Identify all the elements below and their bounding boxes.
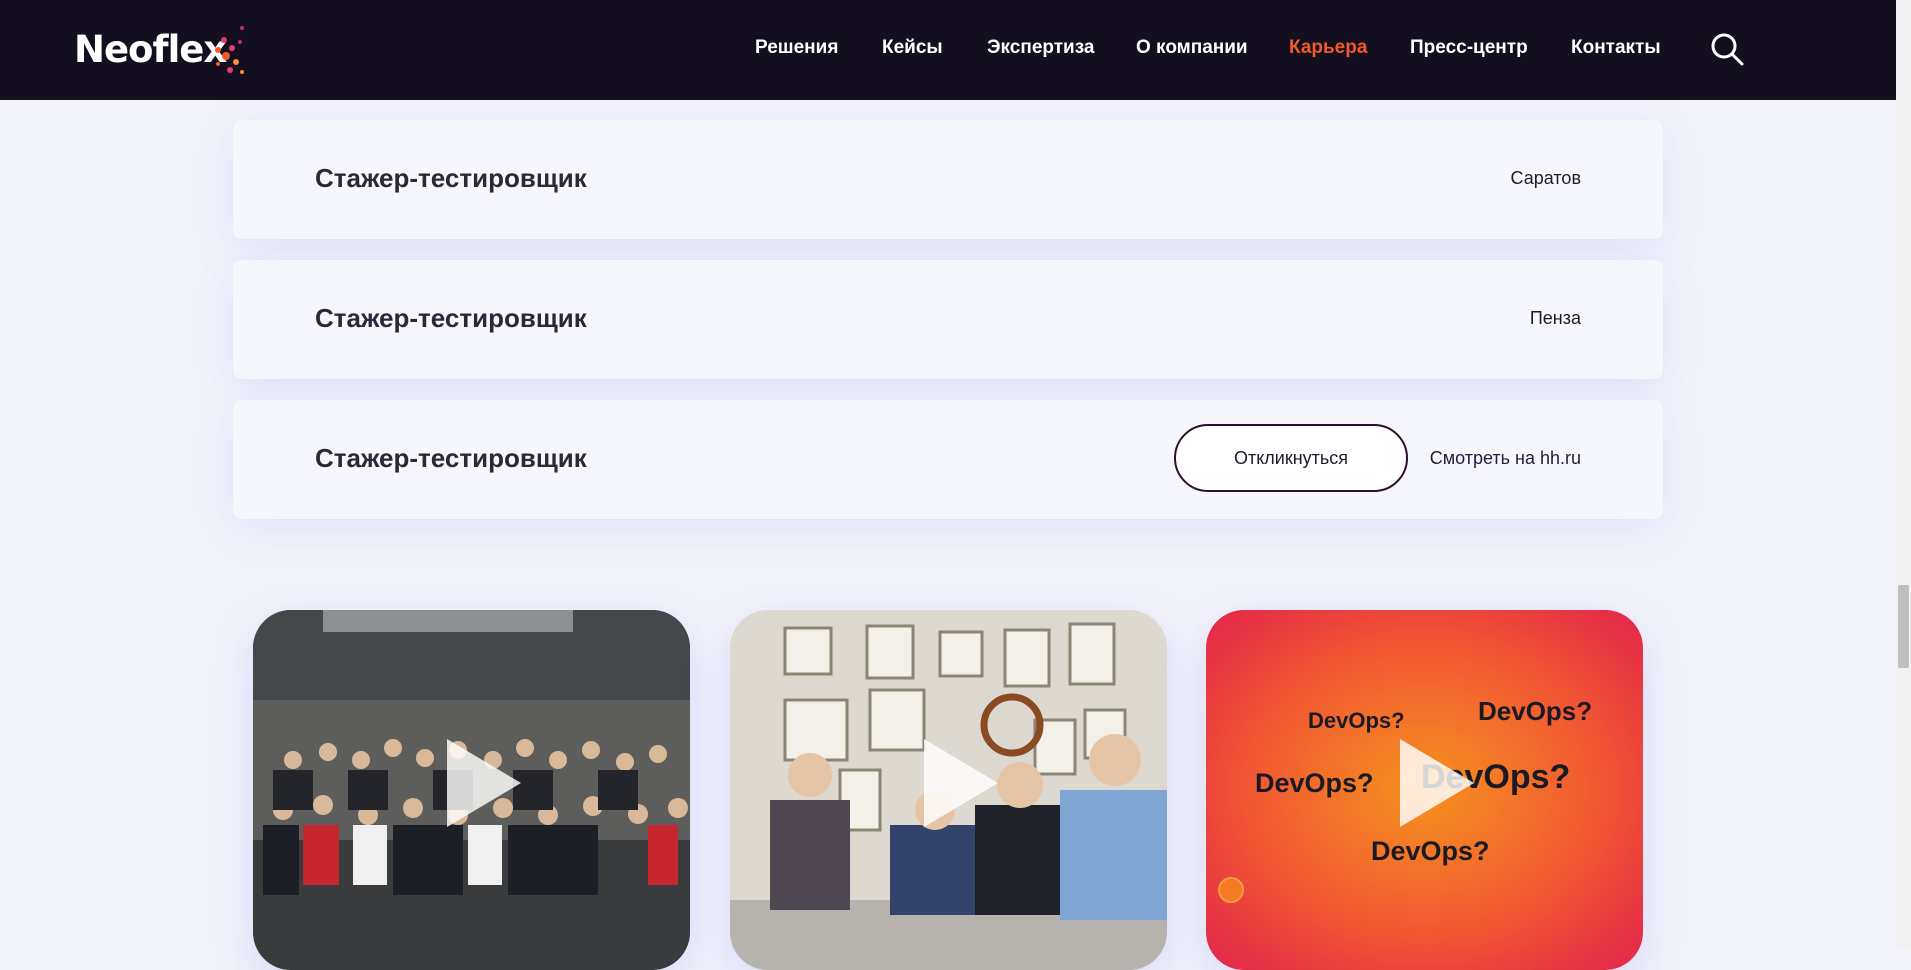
vacancy-title[interactable]: Стажер-тестировщик — [315, 303, 587, 334]
scrollbar-thumb[interactable] — [1898, 585, 1909, 668]
nav-item-press-center[interactable]: Пресс-центр — [1410, 37, 1528, 59]
video-card-meeting[interactable] — [730, 610, 1167, 970]
play-icon[interactable] — [439, 735, 525, 831]
logo-dots-icon — [215, 26, 244, 74]
nav-item-about[interactable]: О компании — [1136, 37, 1248, 59]
nav-item-expertise[interactable]: Экспертиза — [987, 37, 1095, 59]
devops-word: DevOps? — [1255, 768, 1374, 798]
nav-item-career[interactable]: Карьера — [1289, 37, 1367, 59]
hh-link[interactable]: Смотреть на hh.ru — [1430, 448, 1581, 469]
vacancy-city: Саратов — [1510, 168, 1581, 188]
nav-item-cases[interactable]: Кейсы — [882, 37, 943, 59]
devops-word: DevOps? — [1308, 708, 1405, 733]
neoflex-logo[interactable]: Neoflex — [74, 22, 244, 78]
play-icon[interactable] — [1392, 735, 1478, 831]
nav-item-contacts[interactable]: Контакты — [1571, 37, 1661, 59]
devops-word: DevOps? — [1478, 696, 1592, 726]
vacancy-title[interactable]: Стажер-тестировщик — [315, 443, 587, 474]
video-card-devops[interactable]: DevOps? DevOps? DevOps? DevOps? DevOps? — [1206, 610, 1643, 970]
search-icon[interactable] — [1710, 32, 1744, 66]
play-icon[interactable] — [916, 735, 1002, 831]
vacancy-card-expanded[interactable]: Стажер-тестировщик Откликнуться Смотреть… — [233, 400, 1663, 519]
vacancy-city: Пенза — [1529, 308, 1581, 328]
devops-word: DevOps? — [1371, 836, 1490, 866]
video-card-team[interactable] — [253, 610, 690, 970]
vacancy-card[interactable]: Стажер-тестировщик Саратов — [233, 120, 1663, 239]
nav-item-solutions[interactable]: Решения — [755, 37, 838, 59]
site-header: Neoflex Решения Кейсы Экспертиза О компа… — [0, 0, 1896, 100]
vacancy-title[interactable]: Стажер-тестировщик — [315, 163, 587, 194]
page-scrollbar[interactable] — [1896, 0, 1911, 950]
vacancy-card[interactable]: Стажер-тестировщик Пенза — [233, 260, 1663, 379]
respond-button[interactable]: Откликнуться — [1174, 424, 1408, 492]
